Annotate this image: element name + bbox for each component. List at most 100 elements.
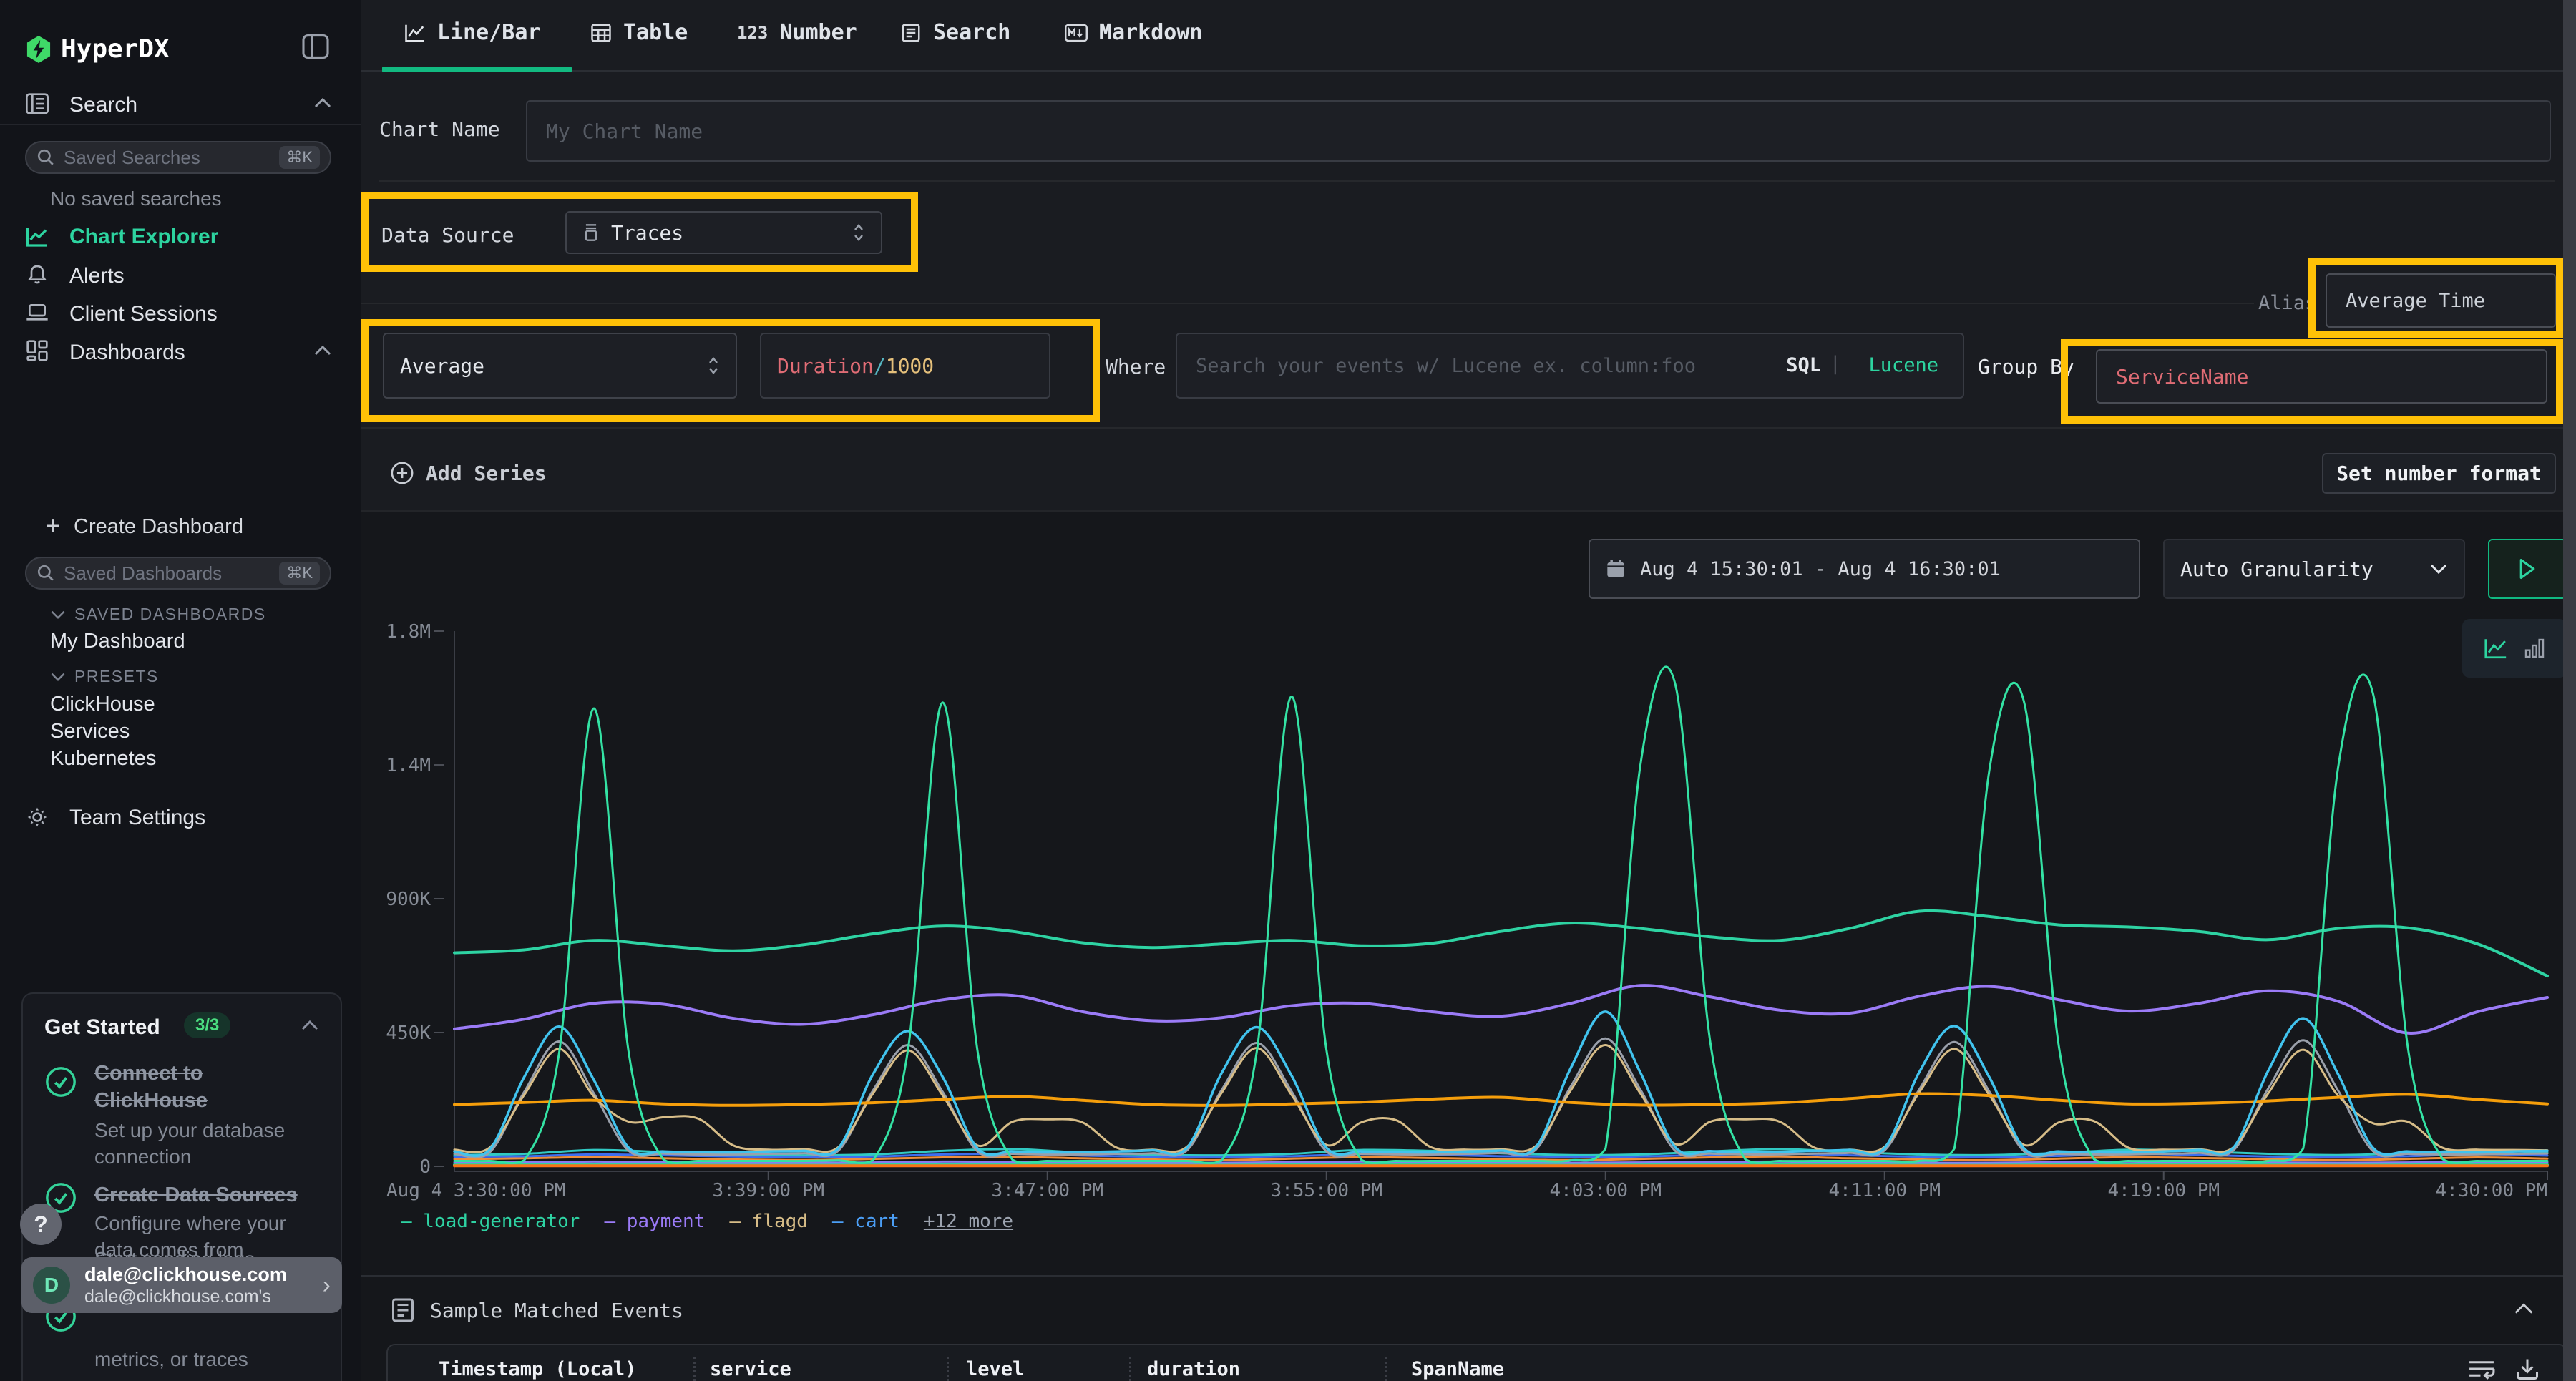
tab-line-bar[interactable]: Line/Bar: [404, 20, 541, 45]
x-tick-label: 3:47:00 PM: [991, 1180, 1103, 1201]
column-header-service[interactable]: service: [710, 1358, 947, 1380]
sidebar-item-dashboards[interactable]: Dashboards: [69, 341, 185, 365]
column-separator[interactable]: [1385, 1357, 1387, 1381]
column-header-level[interactable]: level: [966, 1358, 1129, 1380]
code-operator-token: /: [874, 354, 886, 378]
x-tick-label: 4:03:00 PM: [1549, 1180, 1662, 1201]
lucene-mode-toggle[interactable]: Lucene: [1868, 354, 1938, 376]
sidebar-item-search[interactable]: Search: [69, 93, 137, 117]
granularity-select[interactable]: Auto Granularity: [2163, 539, 2465, 599]
search-icon: [36, 564, 55, 582]
play-icon: [2518, 558, 2537, 580]
saved-dashboards-input[interactable]: Saved Dashboards ⌘K: [25, 557, 331, 590]
tab-search[interactable]: Search: [900, 20, 1010, 45]
tab-markdown[interactable]: Markdown: [1065, 20, 1203, 45]
data-source-select[interactable]: Traces: [565, 211, 882, 254]
column-header-duration[interactable]: duration: [1147, 1358, 1385, 1380]
number-123-icon: 123: [737, 23, 768, 43]
kbd-shortcut: ⌘K: [279, 146, 320, 169]
lang-separator: |: [1830, 353, 1841, 375]
group-saved-dashboards[interactable]: SAVED DASHBOARDS: [50, 605, 266, 624]
column-separator[interactable]: [947, 1357, 949, 1381]
chevron-down-icon: [2429, 563, 2448, 575]
legend-item-cart[interactable]: — cart: [832, 1211, 899, 1232]
alias-input[interactable]: [2326, 273, 2556, 328]
group-by-label: Group By: [1978, 355, 2074, 379]
where-input-wrapper: SQL | Lucene: [1176, 333, 1964, 399]
chevron-up-icon[interactable]: [2513, 1302, 2534, 1315]
user-menu[interactable]: D dale@clickhouse.com dale@clickhouse.co…: [21, 1257, 342, 1313]
series-load-generator: [454, 911, 2547, 976]
bell-icon: [26, 263, 49, 286]
legend-item-payment[interactable]: — payment: [604, 1211, 705, 1232]
where-input[interactable]: [1176, 333, 1964, 399]
legend-more-link[interactable]: +12 more: [924, 1211, 1013, 1232]
granularity-value: Auto Granularity: [2180, 557, 2373, 581]
run-query-button[interactable]: [2488, 539, 2567, 599]
column-header-spanname[interactable]: SpanName: [1411, 1358, 2467, 1380]
line-chart-icon: [404, 23, 426, 43]
traces-source-icon: [582, 223, 600, 242]
legend-item-load-generator[interactable]: — load-generator: [401, 1211, 580, 1232]
timeseries-chart[interactable]: 0450K900K1.4M1.8MAug 4 3:30:00 PM3:39:00…: [386, 615, 2563, 1209]
sql-mode-toggle[interactable]: SQL: [1786, 354, 1821, 376]
sidebar-item-team-settings[interactable]: Team Settings: [69, 806, 205, 830]
wrap-lines-icon[interactable]: [2467, 1357, 2496, 1381]
sidebar-item-clickhouse[interactable]: ClickHouse: [50, 693, 155, 716]
saved-dashboards-placeholder: Saved Dashboards: [64, 562, 279, 585]
field-expression-input[interactable]: Duration/1000: [760, 333, 1050, 399]
tab-table[interactable]: Table: [590, 20, 688, 45]
x-tick-label: 4:19:00 PM: [2107, 1180, 2220, 1201]
sidebar-item-kubernetes[interactable]: Kubernetes: [50, 747, 156, 771]
legend-item-flagd[interactable]: — flagd: [729, 1211, 808, 1232]
sidebar-item-alerts[interactable]: Alerts: [69, 264, 125, 288]
line-chart-icon: [26, 226, 49, 248]
x-tick-label: 3:55:00 PM: [1270, 1180, 1382, 1201]
get-started-item-subtitle-line: metrics, or traces: [94, 1346, 248, 1372]
get-started-item-title[interactable]: Connect to ClickHouse: [94, 1060, 302, 1114]
create-dashboard-button[interactable]: Create Dashboard: [74, 515, 243, 539]
date-range-picker[interactable]: Aug 4 15:30:01 - Aug 4 16:30:01: [1589, 539, 2140, 599]
group-by-input[interactable]: [2096, 349, 2547, 404]
divider: [361, 510, 2563, 512]
sidebar-item-services[interactable]: Services: [50, 720, 130, 743]
y-tick-label: 450K: [386, 1023, 431, 1044]
select-chevrons-icon: [852, 222, 865, 243]
sidebar-item-chart-explorer[interactable]: Chart Explorer: [69, 225, 218, 249]
set-number-format-button[interactable]: Set number format: [2322, 453, 2556, 494]
chevron-up-icon[interactable]: [301, 1020, 319, 1031]
doc-list-icon: [390, 1297, 416, 1324]
add-series-button[interactable]: Add Series: [390, 461, 547, 485]
chevron-up-icon[interactable]: [313, 345, 332, 356]
sidebar-item-client-sessions[interactable]: Client Sessions: [69, 302, 218, 326]
sidebar: HyperDX Search Saved Searches ⌘K No save…: [0, 0, 363, 1381]
sample-events-header[interactable]: Sample Matched Events: [390, 1297, 683, 1324]
tab-number[interactable]: 123 Number: [737, 20, 857, 45]
brand-title: HyperDX: [61, 34, 170, 64]
search-section-icon: [26, 93, 49, 114]
group-presets[interactable]: PRESETS: [50, 667, 159, 686]
get-started-item-title[interactable]: Create Data Sources: [94, 1181, 323, 1209]
chevron-up-icon[interactable]: [313, 97, 332, 109]
sidebar-collapse-icon[interactable]: [302, 34, 329, 59]
column-separator[interactable]: [693, 1357, 696, 1381]
gear-icon: [26, 806, 49, 829]
chevron-down-icon: [50, 610, 66, 620]
page-scrollbar[interactable]: [2563, 0, 2576, 1381]
help-button[interactable]: ?: [20, 1204, 62, 1245]
kbd-shortcut: ⌘K: [279, 562, 320, 585]
y-tick-label: 1.8M: [386, 621, 431, 643]
download-icon[interactable]: [2514, 1356, 2540, 1381]
avatar: D: [33, 1267, 70, 1304]
series-cart: [454, 1012, 2547, 1156]
x-tick-label: 3:39:00 PM: [712, 1180, 824, 1201]
column-separator[interactable]: [1129, 1357, 1131, 1381]
sidebar-item-my-dashboard[interactable]: My Dashboard: [50, 630, 185, 653]
saved-searches-input[interactable]: Saved Searches ⌘K: [25, 141, 331, 174]
chart-name-label: Chart Name: [379, 117, 500, 141]
hyperdx-app: HyperDX Search Saved Searches ⌘K No save…: [0, 0, 2576, 1381]
aggregation-select[interactable]: Average: [383, 333, 737, 399]
chart-name-input[interactable]: [526, 100, 2551, 162]
divider: [361, 1275, 2563, 1277]
column-header-timestamp[interactable]: Timestamp (Local): [439, 1358, 693, 1380]
